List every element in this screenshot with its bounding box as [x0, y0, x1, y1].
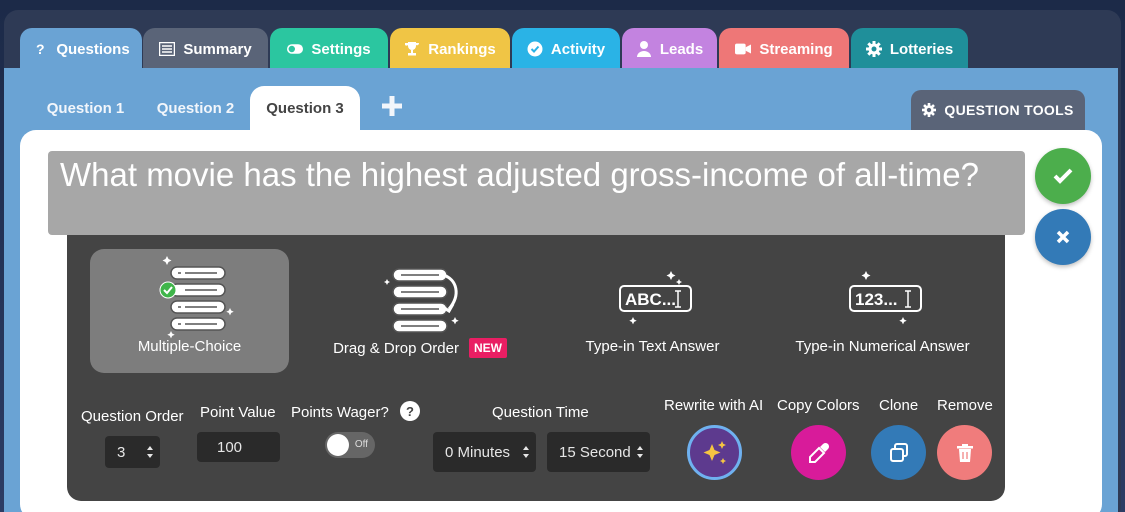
tab-streaming[interactable]: Streaming: [719, 28, 849, 70]
close-icon: [1056, 230, 1070, 244]
gear-icon: [922, 103, 937, 117]
plus-icon: [382, 96, 402, 116]
tab-label: Leads: [659, 40, 704, 58]
type-multiple-choice[interactable]: Multiple-Choice: [90, 249, 289, 373]
video-icon: [735, 41, 752, 57]
updown-arrows-icon: [147, 446, 153, 458]
save-button[interactable]: [1035, 148, 1091, 204]
question-tools-label: QUESTION TOOLS: [944, 102, 1074, 118]
type-label: Type-in Numerical Answer: [795, 338, 970, 355]
toggle-knob: [327, 434, 349, 456]
tab-label: Lotteries: [889, 40, 954, 58]
tab-leads[interactable]: Leads: [622, 28, 717, 70]
svg-text:123...: 123...: [855, 290, 898, 309]
type-label: Type-in Text Answer: [585, 338, 720, 355]
type-label-row: Drag & Drop Order NEW: [333, 338, 507, 358]
trophy-icon: [404, 41, 420, 57]
numerical-answer-icon: 123...: [848, 271, 922, 325]
minutes-value: 0 Minutes: [445, 443, 511, 461]
points-wager-toggle[interactable]: Off: [325, 432, 375, 458]
cancel-button[interactable]: [1035, 209, 1091, 265]
tab-label: Activity: [550, 40, 606, 58]
updown-arrows-icon: [523, 446, 529, 458]
question-tools-button[interactable]: QUESTION TOOLS: [911, 90, 1085, 130]
question-order-label: Question Order: [81, 408, 184, 425]
trash-icon: [956, 443, 973, 462]
toggle-icon: [287, 41, 304, 57]
question-order-select[interactable]: 3: [105, 436, 160, 468]
tab-settings[interactable]: Settings: [270, 28, 388, 70]
question-tab-2[interactable]: Question 2: [148, 86, 243, 130]
drag-drop-icon: [384, 268, 459, 333]
tab-label: Settings: [311, 40, 371, 58]
multiple-choice-icon: [159, 256, 234, 339]
remove-label: Remove: [937, 397, 993, 414]
clone-label: Clone: [879, 397, 919, 414]
copy-colors-button[interactable]: [791, 425, 846, 480]
svg-text:ABC...: ABC...: [625, 290, 676, 309]
svg-text:?: ?: [36, 42, 45, 56]
point-value-label: Point Value: [200, 404, 276, 421]
eyedropper-icon: [808, 442, 829, 463]
question-icon: ?: [32, 41, 48, 57]
tab-lotteries[interactable]: Lotteries: [851, 28, 968, 70]
tab-label: Summary: [183, 40, 252, 58]
question-order-value: 3: [117, 443, 126, 461]
gear-icon: [865, 41, 882, 57]
remove-button[interactable]: [937, 425, 992, 480]
clone-button[interactable]: [871, 425, 926, 480]
tab-questions[interactable]: ? Questions: [20, 28, 142, 70]
toggle-state: Off: [354, 439, 368, 450]
tab-rankings[interactable]: Rankings: [390, 28, 510, 70]
point-value-input[interactable]: 100: [197, 432, 280, 462]
list-icon: [159, 41, 176, 57]
type-text-answer[interactable]: ABC... Type-in Text Answer: [560, 249, 745, 373]
points-wager-label: Points Wager?: [291, 404, 389, 421]
tab-activity[interactable]: Activity: [512, 28, 620, 70]
copy-colors-label: Copy Colors: [777, 397, 860, 414]
type-label: Drag & Drop Order: [333, 339, 459, 357]
question-tab-3[interactable]: Question 3: [250, 86, 360, 130]
minutes-select[interactable]: 0 Minutes: [433, 432, 536, 472]
tab-label: Rankings: [428, 40, 496, 58]
seconds-select[interactable]: 15 Second: [547, 432, 650, 472]
tab-label: Questions: [56, 40, 130, 58]
updown-arrows-icon: [637, 446, 643, 458]
check-circle-icon: [527, 41, 543, 57]
rewrite-ai-button[interactable]: [687, 425, 742, 480]
add-question-button[interactable]: [380, 94, 404, 118]
type-drag-drop-order[interactable]: Drag & Drop Order NEW: [320, 249, 520, 373]
question-time-label: Question Time: [492, 404, 589, 421]
text-answer-icon: ABC...: [618, 271, 692, 325]
help-icon[interactable]: ?: [400, 401, 420, 421]
question-text-input[interactable]: What movie has the highest adjusted gros…: [48, 151, 1025, 235]
rewrite-label: Rewrite with AI: [664, 397, 764, 414]
copy-icon: [889, 442, 908, 462]
tab-summary[interactable]: Summary: [143, 28, 268, 70]
check-icon: [1053, 168, 1073, 184]
tab-label: Streaming: [759, 40, 833, 58]
user-icon: [636, 41, 652, 57]
seconds-value: 15 Second: [559, 443, 631, 461]
question-tab-1[interactable]: Question 1: [38, 86, 133, 130]
type-label: Multiple-Choice: [137, 338, 242, 355]
type-numerical-answer[interactable]: 123... Type-in Numerical Answer: [790, 249, 975, 373]
sparkles-icon: [703, 440, 726, 464]
new-badge: NEW: [468, 338, 507, 358]
point-value: 100: [217, 438, 243, 456]
